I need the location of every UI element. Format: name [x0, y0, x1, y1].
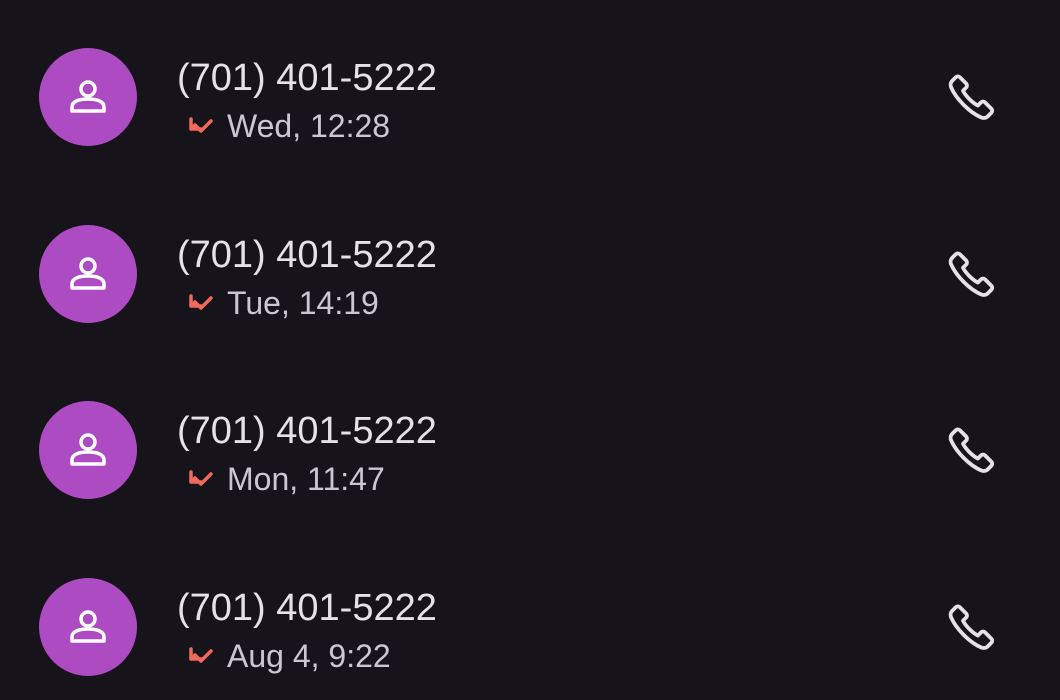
call-time: Mon, 11:47 — [227, 461, 385, 497]
call-time: Tue, 14:19 — [227, 285, 379, 321]
missed-call-icon — [186, 644, 216, 668]
phone-icon — [948, 604, 995, 650]
missed-call-icon — [186, 291, 216, 315]
caller-number: (701) 401-5222 — [177, 234, 437, 276]
call-meta: Aug 4, 9:22 — [186, 640, 391, 672]
contact-avatar[interactable] — [39, 48, 137, 146]
contact-avatar[interactable] — [39, 401, 137, 499]
call-meta: Wed, 12:28 — [186, 110, 390, 142]
caller-number: (701) 401-5222 — [177, 587, 437, 629]
call-log-item[interactable]: (701) 401-5222 Wed, 12:28 — [0, 9, 1060, 185]
call-back-button[interactable] — [936, 414, 1008, 486]
call-meta: Tue, 14:19 — [186, 287, 379, 319]
call-time: Wed, 12:28 — [227, 108, 391, 144]
call-log-item[interactable]: (701) 401-5222 Mon, 11:47 — [0, 362, 1060, 538]
person-icon — [70, 610, 106, 643]
caller-number: (701) 401-5222 — [177, 410, 437, 452]
phone-icon — [948, 74, 995, 120]
phone-icon — [948, 427, 995, 473]
call-meta: Mon, 11:47 — [186, 463, 385, 495]
contact-avatar[interactable] — [39, 578, 137, 676]
call-back-button[interactable] — [936, 61, 1008, 133]
phone-icon — [948, 251, 995, 297]
person-icon — [70, 433, 106, 466]
missed-call-icon — [186, 467, 216, 491]
missed-call-icon — [186, 114, 216, 138]
person-icon — [70, 257, 106, 290]
call-time: Aug 4, 9:22 — [227, 638, 391, 674]
call-history-list: (701) 401-5222 Wed, 12:28 (701) 401-5222 — [0, 0, 1060, 700]
call-log-item[interactable]: (701) 401-5222 Aug 4, 9:22 — [0, 539, 1060, 700]
person-icon — [70, 80, 106, 113]
call-back-button[interactable] — [936, 238, 1008, 310]
caller-number: (701) 401-5222 — [177, 57, 437, 99]
contact-avatar[interactable] — [39, 225, 137, 323]
call-back-button[interactable] — [936, 591, 1008, 663]
call-log-item[interactable]: (701) 401-5222 Tue, 14:19 — [0, 186, 1060, 362]
